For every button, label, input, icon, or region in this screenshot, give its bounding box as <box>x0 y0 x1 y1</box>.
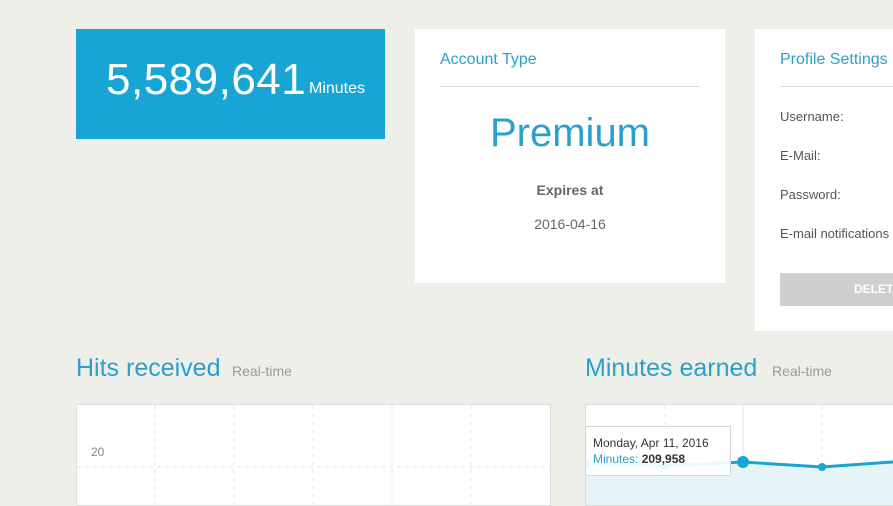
minutes-point-highlighted <box>737 456 749 468</box>
profile-settings-title: Profile Settings <box>780 51 888 68</box>
username-label: Username: <box>780 109 844 124</box>
tooltip-value-row: Minutes: 209,958 <box>593 452 685 466</box>
y-tick-label: 20 <box>91 445 105 459</box>
tooltip-label: Minutes: <box>593 452 639 466</box>
expires-label: Expires at <box>536 182 604 198</box>
tooltip-value: 209,958 <box>641 452 686 466</box>
hits-received-title: Hits received <box>76 354 221 382</box>
email-label: E-Mail: <box>780 148 821 163</box>
account-type-title: Account Type <box>440 51 537 68</box>
hits-chart: 20 <box>76 404 551 506</box>
password-label: Password: <box>780 187 841 202</box>
minutes-earned-title: Minutes earned <box>585 354 758 382</box>
tooltip-date: Monday, Apr 11, 2016 <box>593 436 709 450</box>
minutes-total-value: 5,589,641 <box>106 55 307 104</box>
expires-date: 2016-04-16 <box>534 216 606 232</box>
divider <box>440 86 700 87</box>
hits-chart-grid <box>77 405 550 505</box>
minutes-point <box>818 463 826 471</box>
account-type-card: Account Type Premium Expires at 2016-04-… <box>415 29 725 283</box>
hits-realtime-label: Real-time <box>232 363 292 379</box>
email-notifications-label: E-mail notifications <box>780 226 890 241</box>
minutes-realtime-label: Real-time <box>772 363 832 379</box>
account-type-value: Premium <box>489 111 651 155</box>
chart-tooltip: Monday, Apr 11, 2016 Minutes: 209,958 <box>585 426 731 476</box>
minutes-stat-box: 5,589,641 Minutes <box>76 29 385 139</box>
profile-settings-card: Profile Settings Username: E-Mail: Passw… <box>755 29 893 331</box>
minutes-unit-label: Minutes <box>309 80 366 97</box>
delete-account-button[interactable]: DELETE <box>780 273 893 306</box>
divider <box>780 86 893 87</box>
